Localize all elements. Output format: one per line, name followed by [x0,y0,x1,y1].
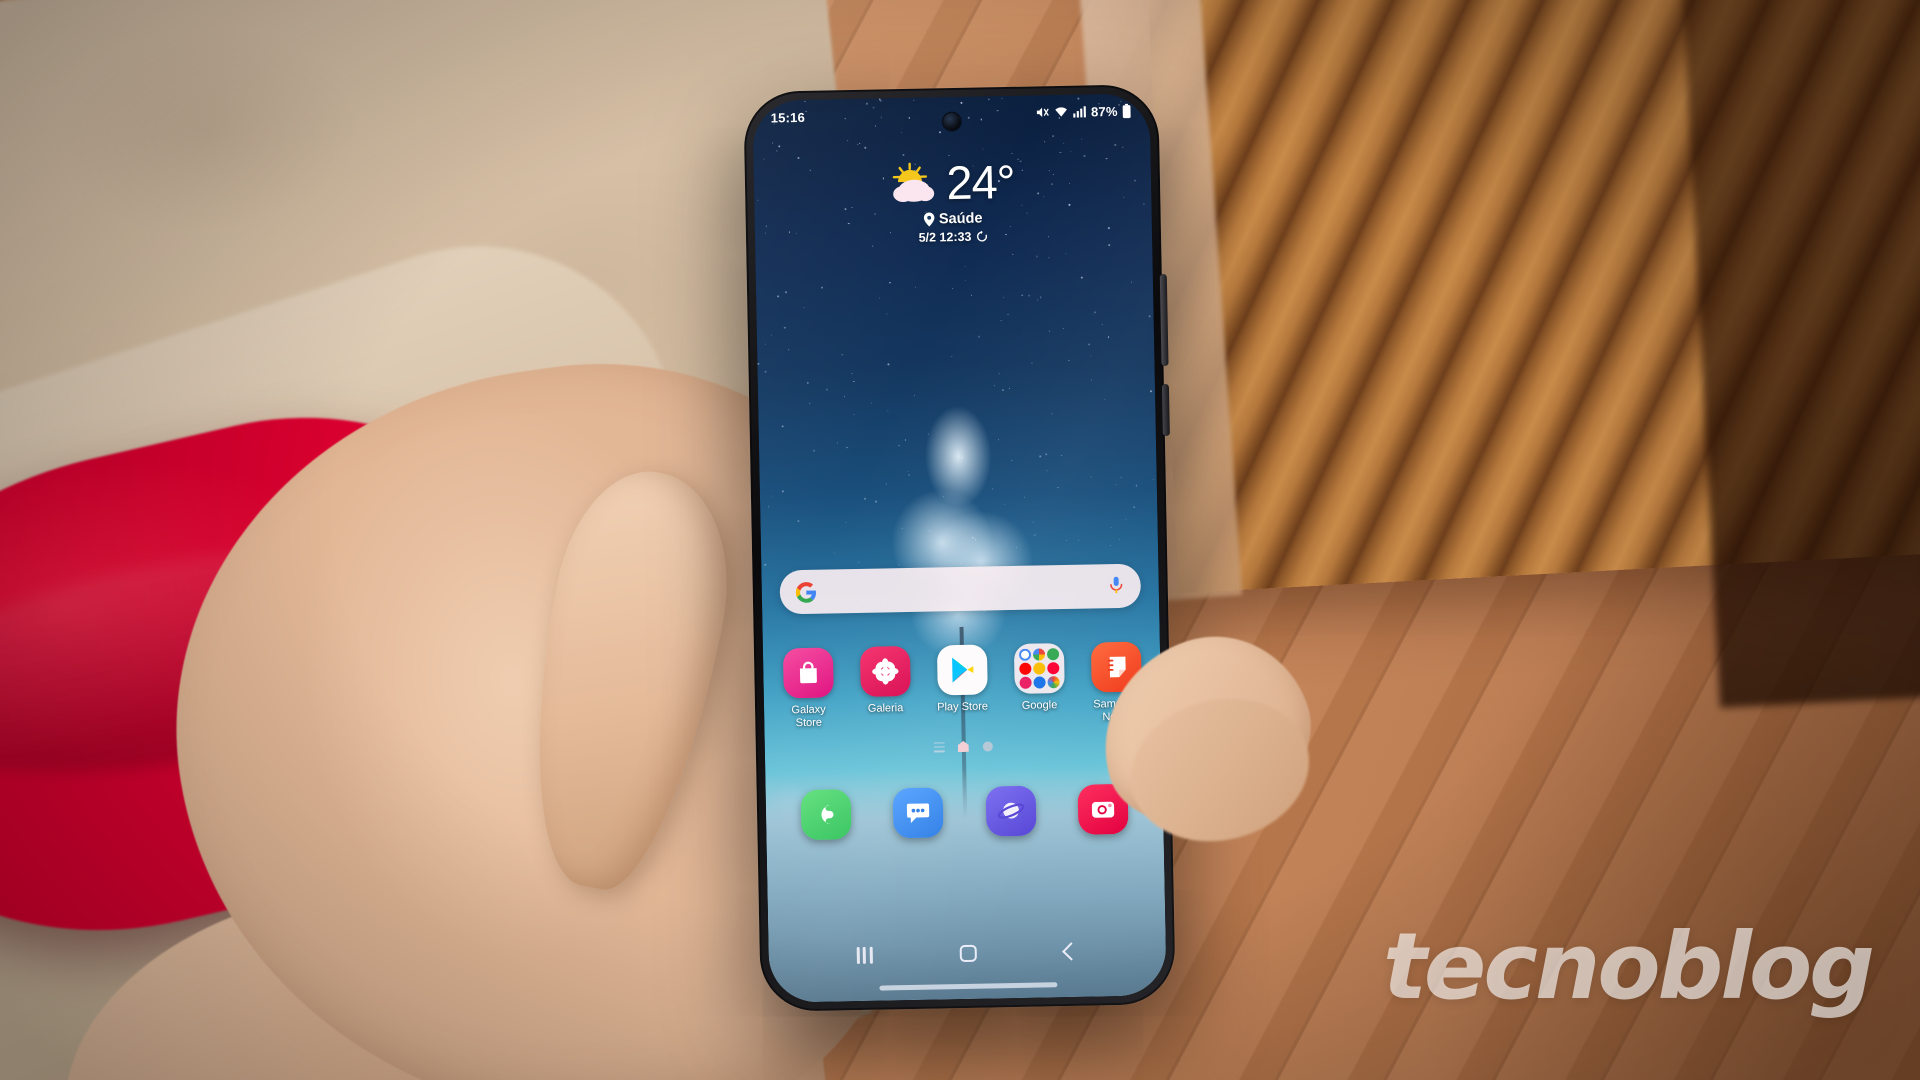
dock-internet-app[interactable] [985,786,1036,837]
app-label: Google [1022,699,1058,712]
app-label: Galaxy Store [791,704,826,730]
mini-drive-icon [1033,662,1045,674]
google-folder-icon[interactable] [1013,643,1064,694]
app-label: Galeria [868,702,904,715]
weather-temperature: 24° [946,158,1015,206]
chat-bubble-icon [905,801,931,825]
play-triangle-glyph [949,656,976,684]
navigation-bar [768,929,1166,977]
play-store-icon[interactable] [936,645,987,696]
app-galaxy-store[interactable]: Galaxy Store [773,647,843,729]
app-label: Play Store [937,700,988,713]
volume-button[interactable] [1162,384,1170,436]
mini-yt-music-icon [1047,662,1059,674]
recents-button[interactable] [856,946,872,963]
page-indicator-list-icon[interactable] [934,742,944,752]
refresh-icon[interactable] [976,230,988,242]
tecnoblog-watermark: tecnoblog [1383,913,1872,1020]
phone-screen[interactable]: 15:16 87% 24° Saúde 5/2 12:33 Galaxy Sto… [752,93,1166,1002]
weather-main: 24° [890,158,1015,207]
back-button[interactable] [1062,942,1080,960]
wifi-icon [1054,105,1069,119]
mini-maps-icon [1046,648,1058,660]
wood-shadow [1680,0,1920,708]
app-play-store[interactable]: Play Store [927,644,996,714]
partly-sunny-icon [890,161,943,206]
mini-chrome-icon [1032,648,1044,660]
status-time: 15:16 [771,109,806,125]
weather-location-row: Saúde [924,211,983,228]
phone-handset-icon [814,802,838,826]
signal-bars-icon [1073,104,1087,118]
weather-widget[interactable]: 24° Saúde 5/2 12:33 [754,155,1153,248]
home-button[interactable] [960,944,977,961]
google-g-icon [796,581,817,602]
weather-location: Saúde [939,211,983,228]
mini-youtube-icon [1019,663,1031,675]
mute-icon [1035,105,1050,119]
mini-play-icon [1019,677,1031,689]
page-indicator-home-icon[interactable] [958,741,969,752]
mini-google-icon [1018,649,1030,661]
battery-icon [1121,103,1131,118]
google-search-bar[interactable] [779,564,1141,615]
microphone-icon[interactable] [1108,576,1125,596]
search-input[interactable] [816,564,1108,614]
planet-icon [996,798,1024,825]
weather-updated-time: 5/2 12:33 [918,230,971,245]
camera-icon [1090,797,1116,821]
app-grid: Galaxy Store Galeria Play Store Google [769,641,1155,729]
location-pin-icon [924,212,935,226]
dock-phone-app[interactable] [801,789,852,840]
galaxy-store-icon[interactable] [782,647,833,698]
app-gallery[interactable]: Galeria [850,646,919,716]
dock-messages-app[interactable] [893,787,944,838]
page-indicator-dot-icon[interactable] [983,741,993,751]
shopping-bag-glyph [795,660,821,686]
dock [780,783,1150,840]
app-google-folder[interactable]: Google [1004,643,1073,713]
battery-percent: 87% [1091,103,1118,119]
weather-updated-row: 5/2 12:33 [918,229,988,244]
status-icons: 87% [1035,103,1132,120]
smartphone: 15:16 87% 24° Saúde 5/2 12:33 Galaxy Sto… [743,84,1176,1012]
note-page-glyph [1103,654,1129,680]
mini-meet-icon [1033,676,1045,688]
gallery-icon[interactable] [859,646,910,697]
photo-scene: 15:16 87% 24° Saúde 5/2 12:33 Galaxy Sto… [0,0,1920,1080]
flower-glyph [871,657,900,686]
mini-photos-icon [1047,676,1059,688]
